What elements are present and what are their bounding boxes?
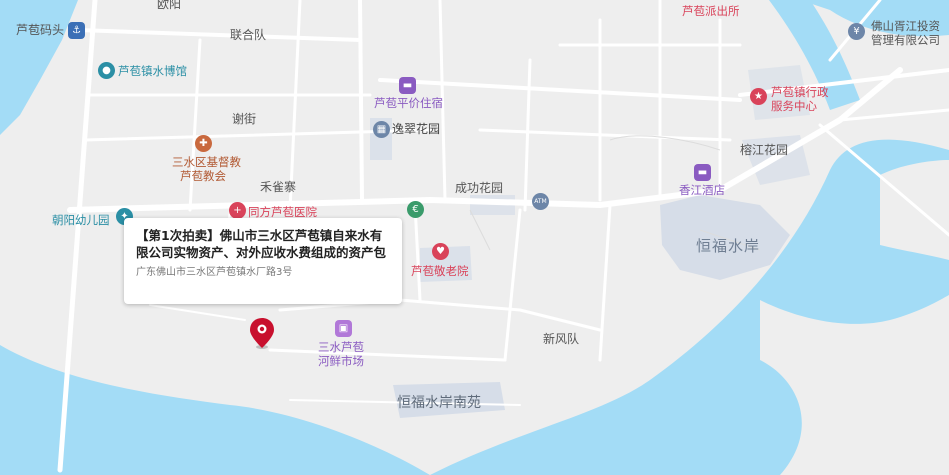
label-luboumatou: 芦苞码头 — [16, 23, 65, 37]
label-qingjiang-2[interactable]: 管理有限公司 — [871, 33, 940, 47]
government-icon[interactable]: ★ — [750, 88, 767, 105]
label-xingzheng-2[interactable]: 服务中心 — [771, 99, 817, 113]
hotel2-icon[interactable]: ▬ — [694, 164, 711, 181]
label-shuibowuguan[interactable]: 芦苞镇水博馆 — [118, 64, 187, 78]
hotel-icon[interactable]: ▬ — [399, 77, 416, 94]
label-rongjiang[interactable]: 榕江花园 — [740, 143, 788, 158]
map-canvas[interactable]: 芦苞码头 ⚓ 欧阳 联合队 ● 芦苞镇水博馆 谢街 ✚ 三水区基督教 芦苞教会 … — [0, 0, 949, 475]
label-jidujiao[interactable]: 三水区基督教 — [172, 155, 241, 169]
label-ouyang: 欧阳 — [157, 0, 182, 11]
popup-title: 【第1次拍卖】佛山市三水区芦苞镇自来水有限公司实物资产、对外应收水费组成的资产包 — [136, 228, 387, 260]
elderly-home-icon[interactable]: ♥ — [432, 243, 449, 260]
atm-icon[interactable]: ATM — [532, 193, 549, 210]
museum-icon[interactable]: ● — [98, 62, 115, 79]
label-xinfengdui: 新风队 — [543, 332, 580, 346]
label-xiejie: 谢街 — [232, 112, 257, 126]
label-yicui[interactable]: 逸翠花园 — [392, 122, 440, 137]
hospital-icon[interactable]: + — [229, 202, 246, 219]
label-pingjiazhusu[interactable]: 芦苞平价住宿 — [374, 96, 443, 110]
east-land — [880, 160, 949, 260]
location-pin-icon[interactable] — [249, 317, 275, 349]
popup-address: 广东佛山市三水区芦苞镇水厂路3号 — [136, 267, 293, 278]
label-jiaohui[interactable]: 芦苞教会 — [180, 169, 226, 183]
label-chaoyang[interactable]: 朝阳幼儿园 — [52, 213, 110, 227]
label-xingzheng-1[interactable]: 芦苞镇行政 — [771, 85, 829, 99]
label-shichang-1[interactable]: 三水芦苞 — [318, 340, 364, 354]
label-paichusuo[interactable]: 芦苞派出所 — [682, 4, 740, 18]
label-jinglaoyuan[interactable]: 芦苞敬老院 — [411, 264, 469, 278]
label-xiangjiang[interactable]: 香江酒店 — [679, 183, 725, 197]
residence-icon[interactable]: ▦ — [373, 121, 390, 138]
label-chenggong[interactable]: 成功花园 — [455, 181, 503, 196]
bank-icon[interactable]: € — [407, 201, 424, 218]
label-shichang-2[interactable]: 河鲜市场 — [318, 354, 364, 368]
label-hengfushuian[interactable]: 恒福水岸 — [696, 239, 760, 254]
anchor-icon[interactable]: ⚓ — [68, 22, 85, 39]
company-icon[interactable]: ¥ — [848, 23, 865, 40]
label-yiyuan[interactable]: 同方芦苞医院 — [248, 205, 317, 219]
market-icon[interactable]: ▣ — [335, 320, 352, 337]
label-hengfunanyuan[interactable]: 恒福水岸南苑 — [397, 396, 481, 411]
label-lianhedui: 联合队 — [230, 28, 267, 42]
label-qingjiang-1[interactable]: 佛山胥江投资 — [871, 19, 940, 33]
church-icon[interactable]: ✚ — [195, 135, 212, 152]
label-hequezhai: 禾雀寨 — [260, 180, 297, 194]
info-popup[interactable]: 【第1次拍卖】佛山市三水区芦苞镇自来水有限公司实物资产、对外应收水费组成的资产包… — [124, 218, 402, 304]
